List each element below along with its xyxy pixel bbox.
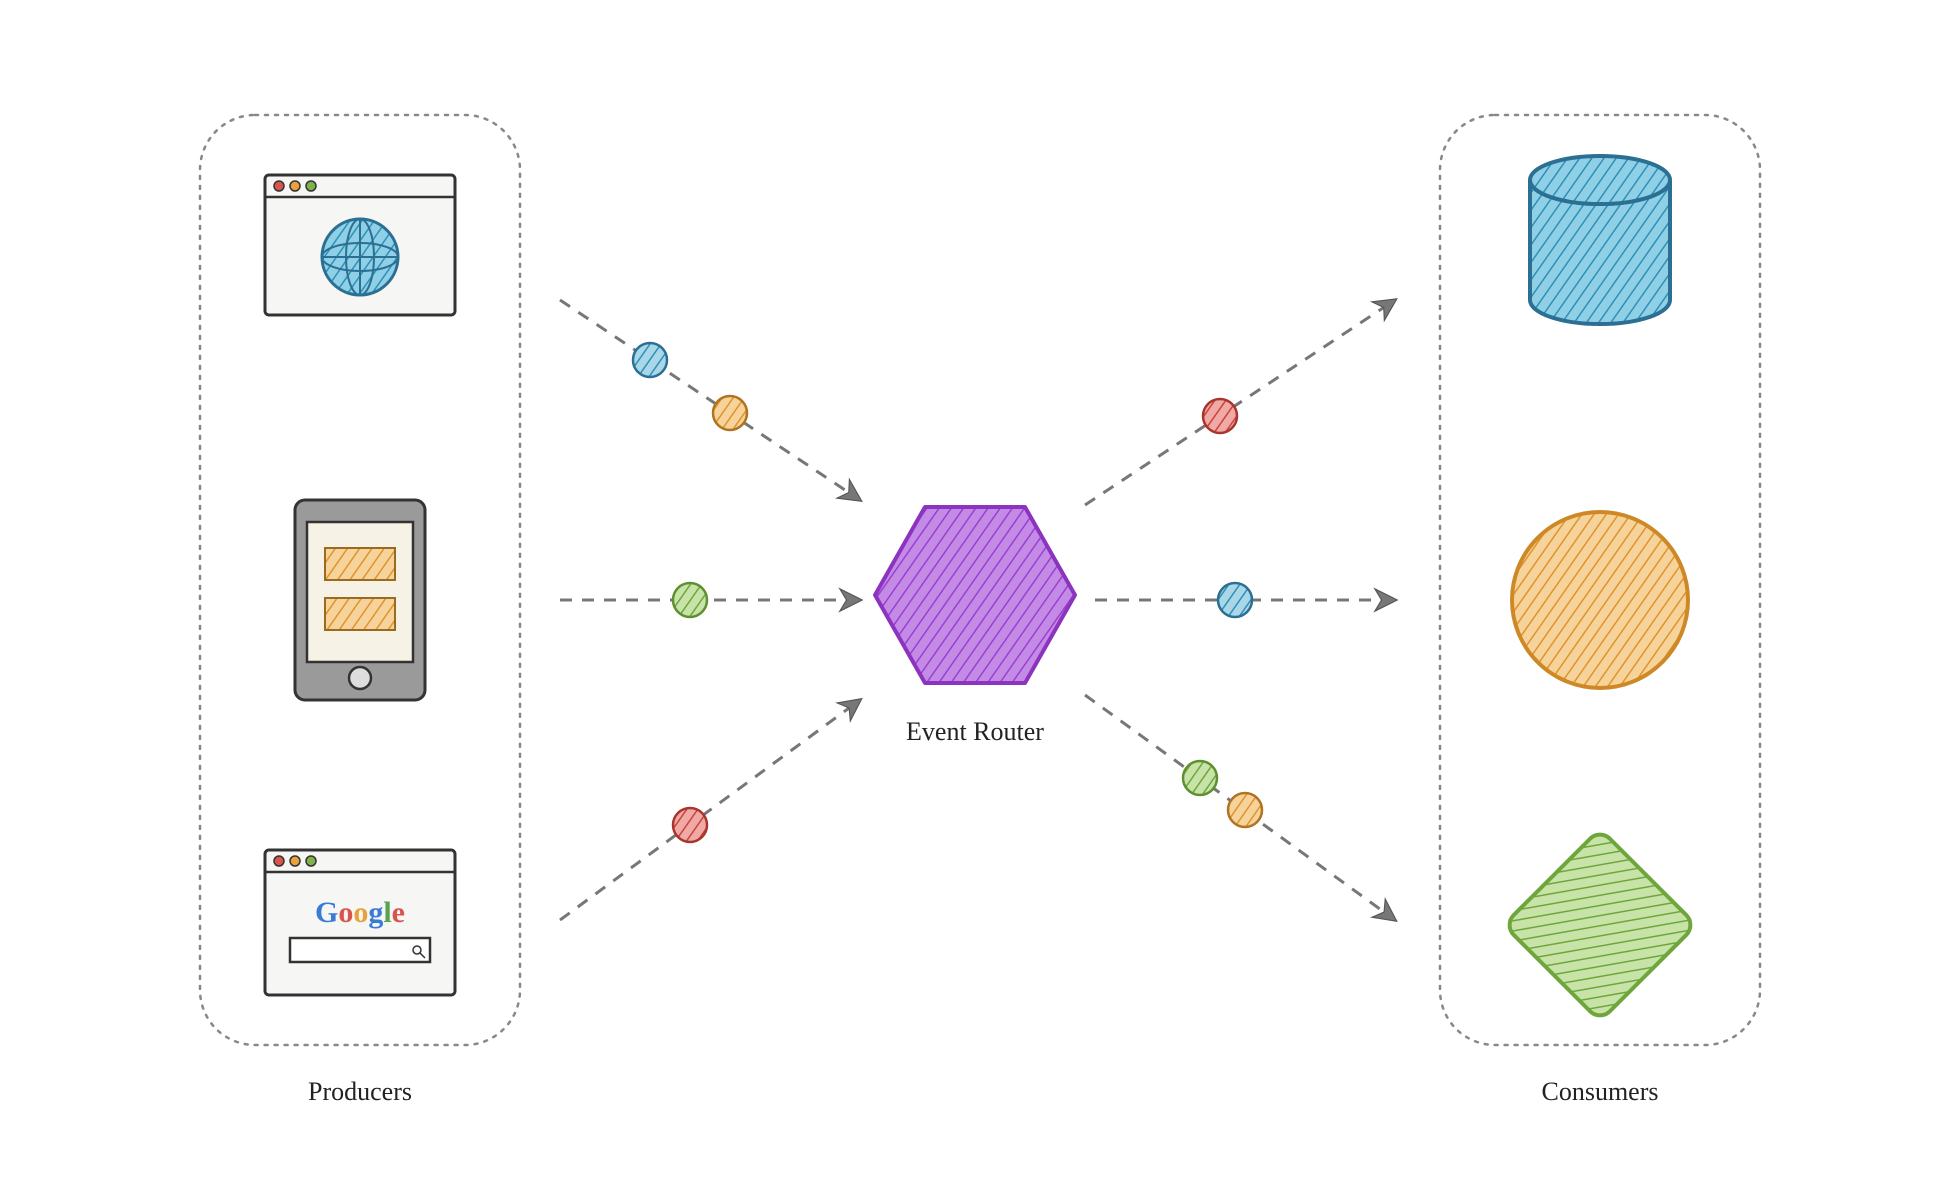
arrow-out-top xyxy=(1085,300,1395,505)
database-cylinder-icon xyxy=(1530,156,1670,324)
browser-globe-icon xyxy=(265,175,455,315)
producers-label: Producers xyxy=(308,1077,412,1106)
arrow-out-mid xyxy=(1095,583,1395,617)
event-router-icon xyxy=(875,507,1075,683)
consumer-circle-icon xyxy=(1512,512,1688,688)
svg-text:Google: Google xyxy=(315,896,405,929)
browser-google-icon: Google xyxy=(265,850,455,995)
consumer-diamond-icon xyxy=(1504,829,1696,1021)
arrow-in-mid xyxy=(560,583,860,617)
mobile-device-icon xyxy=(295,500,425,700)
arrow-out-bot xyxy=(1085,695,1395,920)
consumers-label: Consumers xyxy=(1542,1077,1659,1106)
arrow-in-bot xyxy=(560,700,860,920)
arrow-in-top xyxy=(560,300,860,500)
event-router-label: Event Router xyxy=(906,717,1044,746)
